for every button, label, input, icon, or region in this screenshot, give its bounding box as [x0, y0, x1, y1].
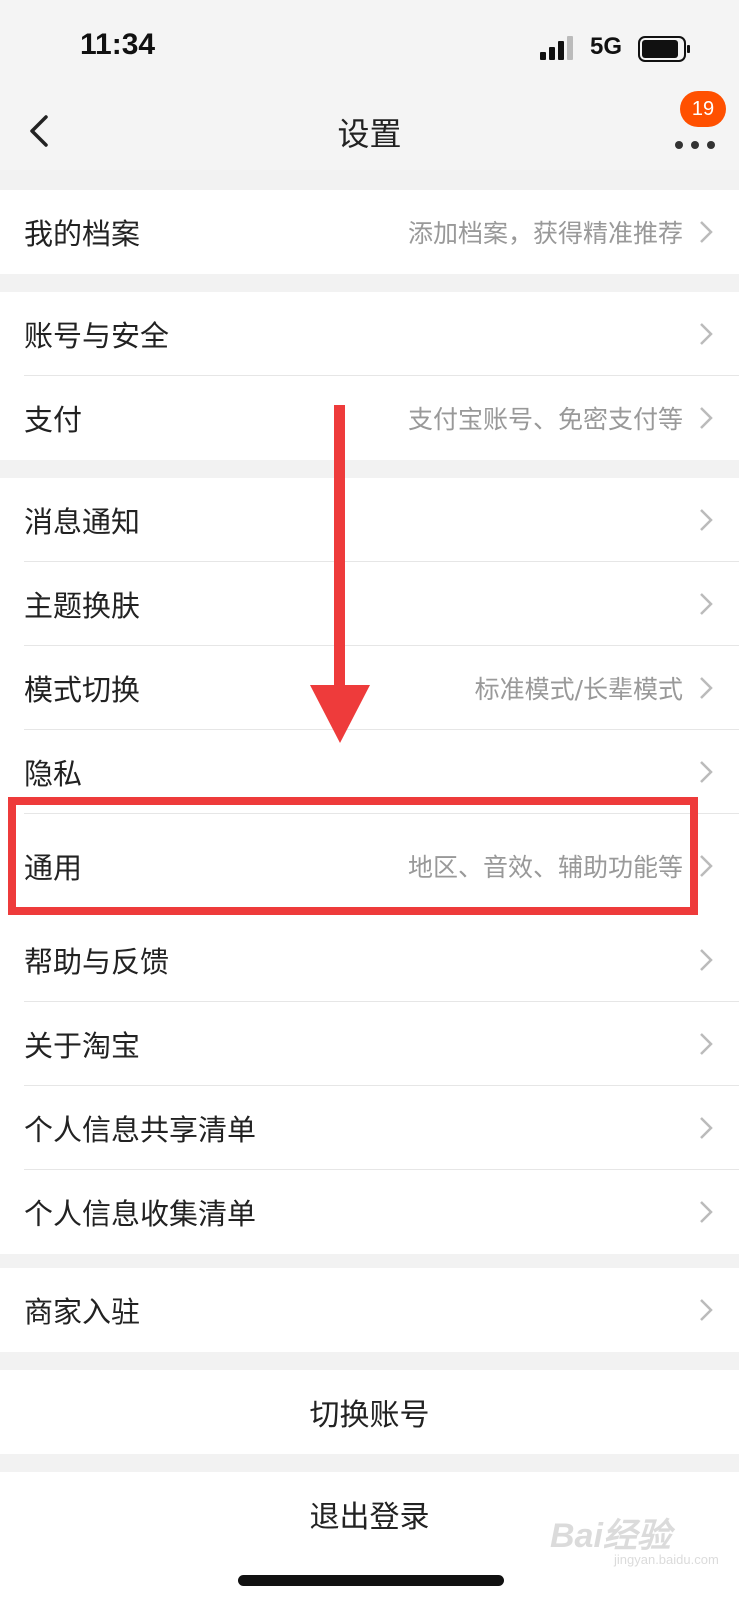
menu-item-hint: 地区、音效、辅助功能等 [407, 853, 683, 882]
watermark-text: Bai经验 [550, 1517, 671, 1555]
menu-item-label: 个人信息共享清单 [24, 1113, 257, 1147]
menu-item-privacy[interactable]: 隐私 [0, 730, 739, 814]
watermark-sub: jingyan.baidu.com [614, 1552, 719, 1567]
chevron-right-icon [700, 1033, 713, 1055]
menu-item-info-sharing-list[interactable]: 个人信息共享清单 [0, 1086, 739, 1170]
settings-group-profile: 我的档案 添加档案，获得精准推荐 [0, 190, 739, 274]
menu-item-label: 消息通知 [24, 505, 141, 539]
menu-item-general[interactable]: 通用 地区、音效、辅助功能等 [0, 814, 739, 918]
status-bar: 11:34 5G [0, 0, 739, 95]
switch-account-button[interactable]: 切换账号 [0, 1370, 739, 1454]
chevron-right-icon [700, 761, 713, 783]
chevron-right-icon [700, 509, 713, 531]
menu-item-label: 通用 [24, 851, 83, 885]
menu-item-label: 支付 [24, 403, 83, 437]
network-label: 5G [590, 33, 623, 60]
settings-group-general: 消息通知 主题换肤 模式切换 标准模式/长辈模式 隐私 通用 地区、音效、辅助功… [0, 478, 739, 1254]
settings-group-merchant: 商家入驻 [0, 1268, 739, 1352]
baidu-jingyan-watermark: Bai经验 jingyan.baidu.com [550, 1490, 720, 1570]
status-time: 11:34 [80, 28, 156, 61]
menu-item-info-collection-list[interactable]: 个人信息收集清单 [0, 1170, 739, 1254]
chevron-right-icon [700, 407, 713, 429]
menu-item-hint: 添加档案，获得精准推荐 [407, 219, 683, 248]
menu-item-label: 账号与安全 [24, 319, 170, 353]
menu-item-merchant-entry[interactable]: 商家入驻 [0, 1268, 739, 1352]
menu-item-label: 隐私 [24, 757, 83, 791]
menu-item-mode-switch[interactable]: 模式切换 标准模式/长辈模式 [0, 646, 739, 730]
menu-item-label: 模式切换 [24, 673, 141, 707]
nav-bar: 设置 19 [0, 91, 739, 170]
menu-item-label: 帮助与反馈 [24, 945, 170, 979]
chevron-right-icon [700, 1117, 713, 1139]
switch-account-section: 切换账号 [0, 1370, 739, 1454]
menu-item-hint: 标准模式/长辈模式 [474, 675, 683, 704]
menu-item-label: 关于淘宝 [24, 1029, 141, 1063]
chevron-right-icon [700, 221, 713, 243]
menu-item-payment[interactable]: 支付 支付宝账号、免密支付等 [0, 376, 739, 460]
menu-item-help-feedback[interactable]: 帮助与反馈 [0, 918, 739, 1002]
chevron-right-icon [700, 855, 713, 877]
menu-item-about[interactable]: 关于淘宝 [0, 1002, 739, 1086]
signal-strength-icon [540, 36, 573, 60]
chevron-right-icon [700, 1299, 713, 1321]
menu-item-notifications[interactable]: 消息通知 [0, 478, 739, 562]
settings-group-account: 账号与安全 支付 支付宝账号、免密支付等 [0, 292, 739, 460]
battery-icon [638, 36, 690, 62]
chevron-right-icon [700, 593, 713, 615]
menu-item-label: 主题换肤 [24, 589, 141, 623]
menu-item-my-profile[interactable]: 我的档案 添加档案，获得精准推荐 [0, 190, 739, 274]
menu-item-label: 商家入驻 [24, 1295, 141, 1329]
menu-item-label: 个人信息收集清单 [24, 1197, 257, 1231]
home-indicator[interactable] [238, 1575, 504, 1586]
menu-item-hint: 支付宝账号、免密支付等 [407, 405, 683, 434]
chevron-right-icon [700, 1201, 713, 1223]
notification-badge: 19 [680, 91, 726, 127]
menu-item-theme[interactable]: 主题换肤 [0, 562, 739, 646]
menu-item-account-security[interactable]: 账号与安全 [0, 292, 739, 376]
page-title: 设置 [337, 115, 402, 153]
menu-item-label: 我的档案 [24, 217, 141, 251]
chevron-right-icon [700, 323, 713, 345]
chevron-right-icon [700, 677, 713, 699]
chevron-right-icon [700, 949, 713, 971]
